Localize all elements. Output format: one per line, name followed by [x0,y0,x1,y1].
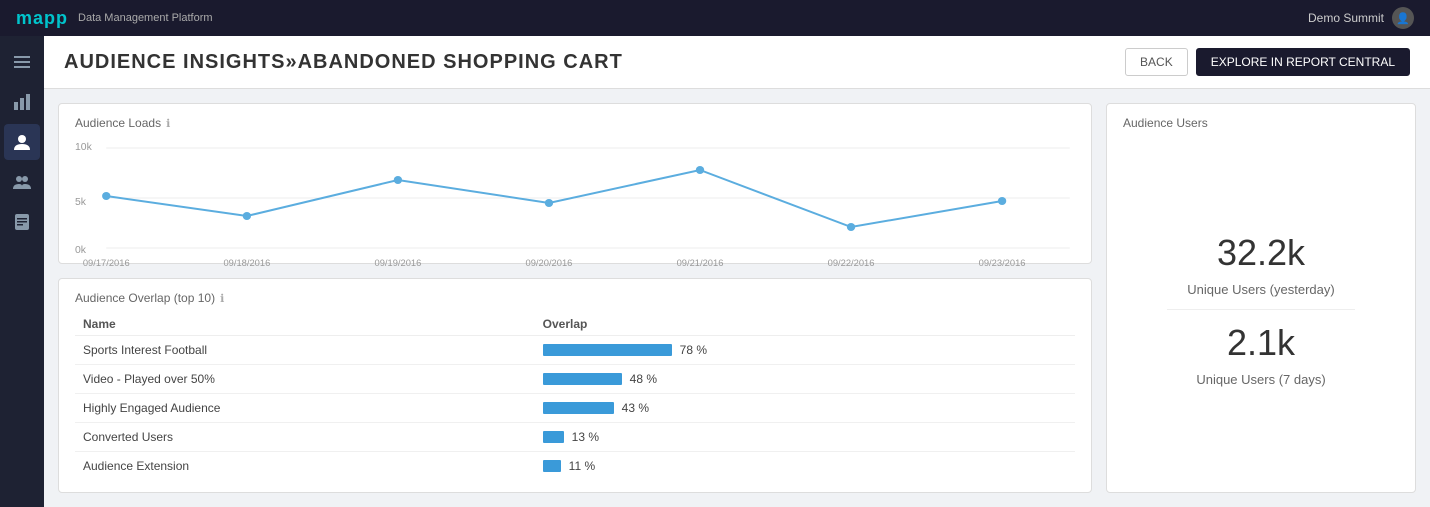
back-button[interactable]: BACK [1125,48,1188,76]
col-name-header: Name [75,313,535,336]
audience-overlap-title: Audience Overlap (top 10) ℹ [75,291,1075,305]
audience-users-title: Audience Users [1123,116,1399,130]
audience-loads-info-icon[interactable]: ℹ [166,117,170,130]
user-avatar[interactable]: 👤 [1392,7,1414,29]
overlap-pct-label: 11 % [569,459,595,473]
overlap-pct-label: 43 % [622,401,649,415]
svg-text:09/21/2016: 09/21/2016 [677,258,724,268]
explore-button[interactable]: EXPLORE IN REPORT CENTRAL [1196,48,1410,76]
svg-text:09/19/2016: 09/19/2016 [375,258,422,268]
overlap-row-bar: 11 % [535,452,1075,481]
page-title: AUDIENCE INSIGHTS»ABANDONED SHOPPING CAR… [64,51,623,74]
svg-text:09/18/2016: 09/18/2016 [223,258,270,268]
stat2-label: Unique Users (7 days) [1196,372,1325,387]
overlap-pct-label: 48 % [630,372,657,386]
audience-overlap-card: Audience Overlap (top 10) ℹ Name Overlap… [58,278,1092,493]
overlap-pct-label: 78 % [680,343,707,357]
overlap-row-bar: 78 % [535,336,1075,365]
topbar-right: Demo Summit 👤 [1308,7,1414,29]
stat1-value: 32.2k [1217,232,1305,274]
username: Demo Summit [1308,11,1384,25]
audience-loads-title: Audience Loads ℹ [75,116,1075,130]
overlap-row-name: Sports Interest Football [75,336,535,365]
overlap-pct-label: 13 % [572,430,599,444]
audience-users-stats: 32.2k Unique Users (yesterday) 2.1k Uniq… [1123,138,1399,480]
table-row: Converted Users 13 % [75,423,1075,452]
svg-text:09/17/2016: 09/17/2016 [83,258,130,268]
table-row: Audience Extension 11 % [75,452,1075,481]
sidebar-report-icon[interactable] [4,204,40,240]
svg-text:5k: 5k [75,197,87,208]
overlap-row-name: Video - Played over 50% [75,365,535,394]
topbar: mapp Data Management Platform Demo Summi… [0,0,1430,36]
table-row: Highly Engaged Audience 43 % [75,394,1075,423]
logo: mapp [16,8,68,29]
overlap-table: Name Overlap Sports Interest Football 78 … [75,313,1075,480]
header-actions: BACK EXPLORE IN REPORT CENTRAL [1125,48,1410,76]
table-row: Video - Played over 50% 48 % [75,365,1075,394]
content-area: Audience Loads ℹ 10k 5k 0k [44,89,1430,507]
overlap-row-bar: 43 % [535,394,1075,423]
stat1-label: Unique Users (yesterday) [1187,282,1334,297]
loads-chart-svg: 10k 5k 0k [75,138,1075,268]
platform-subtitle: Data Management Platform [78,12,213,24]
svg-text:09/23/2016: 09/23/2016 [979,258,1026,268]
sidebar-analytics-icon[interactable] [4,84,40,120]
overlap-row-bar: 48 % [535,365,1075,394]
overlap-row-name: Highly Engaged Audience [75,394,535,423]
chart-container: 10k 5k 0k [75,138,1075,268]
audience-loads-card: Audience Loads ℹ 10k 5k 0k [58,103,1092,264]
svg-text:0k: 0k [75,245,87,256]
sidebar-users-icon[interactable] [4,124,40,160]
topbar-left: mapp Data Management Platform [16,8,213,29]
audience-users-card: Audience Users 32.2k Unique Users (yeste… [1106,103,1416,493]
audience-overlap-info-icon[interactable]: ℹ [220,292,224,305]
overlap-row-name: Converted Users [75,423,535,452]
left-panel: Audience Loads ℹ 10k 5k 0k [58,103,1092,493]
sidebar-menu-icon[interactable] [4,44,40,80]
table-row: Sports Interest Football 78 % [75,336,1075,365]
main-layout: AUDIENCE INSIGHTS»ABANDONED SHOPPING CAR… [0,36,1430,507]
right-panel: Audience Users 32.2k Unique Users (yeste… [1106,103,1416,493]
svg-text:10k: 10k [75,142,93,153]
stat2-value: 2.1k [1227,322,1295,364]
col-overlap-header: Overlap [535,313,1075,336]
svg-text:09/20/2016: 09/20/2016 [526,258,573,268]
svg-text:09/22/2016: 09/22/2016 [828,258,875,268]
page-header: AUDIENCE INSIGHTS»ABANDONED SHOPPING CAR… [44,36,1430,89]
content: AUDIENCE INSIGHTS»ABANDONED SHOPPING CAR… [44,36,1430,507]
overlap-row-name: Audience Extension [75,452,535,481]
overlap-row-bar: 13 % [535,423,1075,452]
stat-divider [1167,309,1356,310]
sidebar [0,36,44,507]
sidebar-group-icon[interactable] [4,164,40,200]
